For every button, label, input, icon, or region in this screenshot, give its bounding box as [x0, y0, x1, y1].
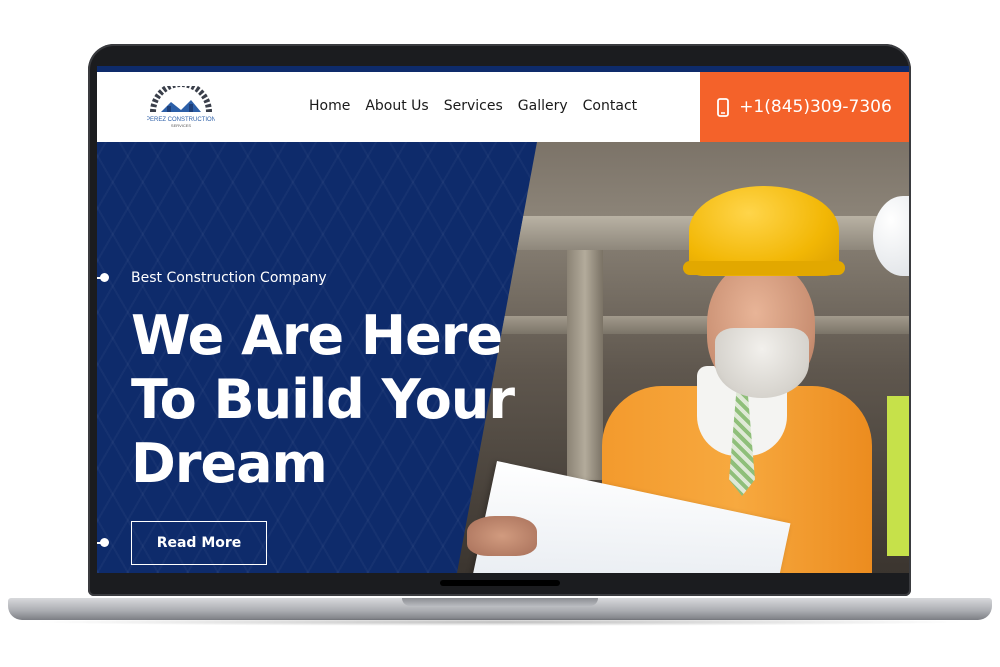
laptop-shadow: [30, 618, 970, 626]
logo-icon: PEREZ CONSTRUCTION SERVICES: [146, 81, 216, 128]
mobile-phone-icon: [717, 97, 730, 117]
nav-gallery[interactable]: Gallery: [518, 98, 568, 114]
second-worker-vest: [887, 396, 909, 556]
second-worker-helmet: [873, 196, 909, 276]
worker-hard-hat-brim: [683, 261, 845, 275]
hero-tagline: Best Construction Company: [131, 270, 327, 286]
phone-number: +1(845)309-7306: [739, 97, 892, 117]
photo-beam-lower: [497, 316, 909, 334]
nav-contact[interactable]: Contact: [583, 98, 637, 114]
laptop-screen: PEREZ CONSTRUCTION SERVICES Home About U…: [97, 66, 909, 573]
headline-line: To Build Your: [131, 368, 515, 431]
headline-line: Dream: [131, 432, 328, 495]
read-more-button[interactable]: Read More: [131, 521, 267, 565]
site-logo[interactable]: PEREZ CONSTRUCTION SERVICES: [146, 81, 216, 130]
laptop-notch: [402, 598, 598, 606]
slider-dot-line: [97, 542, 107, 544]
nav-services[interactable]: Services: [444, 98, 503, 114]
photo-column: [567, 250, 603, 480]
nav-home[interactable]: Home: [309, 98, 350, 114]
worker-beard: [715, 328, 809, 398]
nav-about-us[interactable]: About Us: [365, 98, 428, 114]
laptop-hinge: [440, 580, 560, 586]
phone-call-button[interactable]: +1(845)309-7306: [700, 72, 909, 142]
hero-headline: We Are Here To Build Your Dream: [131, 304, 515, 496]
headline-line: We Are Here: [131, 304, 503, 367]
slider-dot-line: [97, 277, 107, 279]
main-nav: Home About Us Services Gallery Contact: [309, 98, 637, 114]
svg-text:SERVICES: SERVICES: [171, 123, 191, 128]
worker-hand: [467, 516, 537, 556]
